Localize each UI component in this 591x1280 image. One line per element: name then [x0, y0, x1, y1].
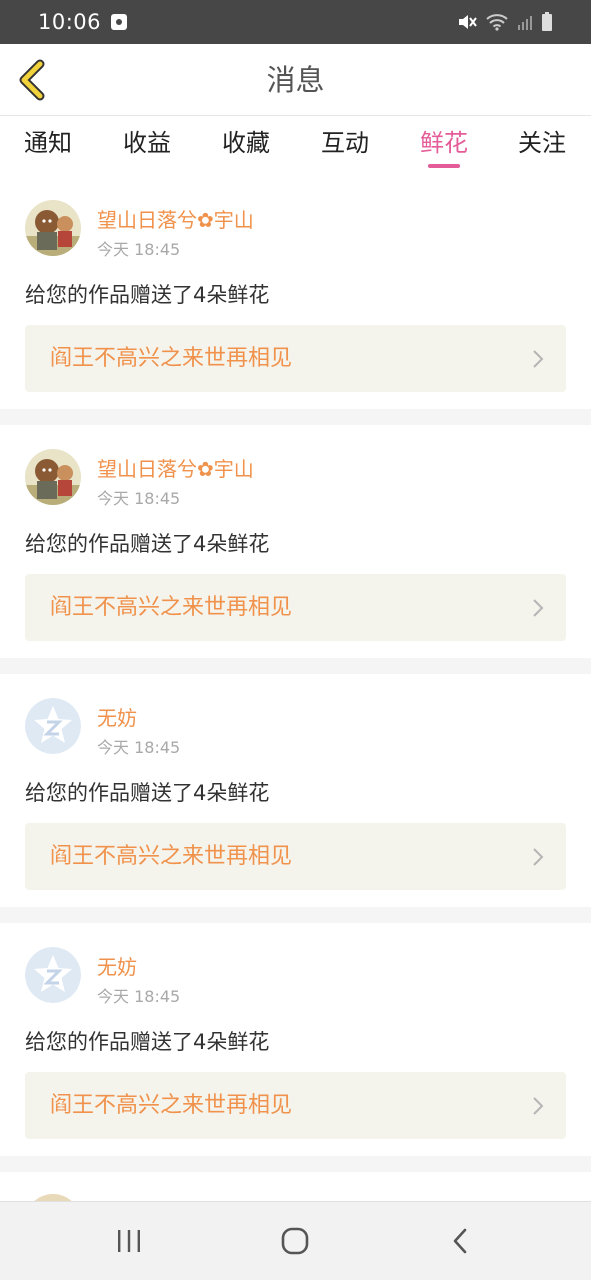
avatar[interactable]	[25, 449, 81, 505]
list-item: 无妨 今天 18:45 给您的作品赠送了4朵鲜花 阎王不高兴之来世再相见	[0, 674, 591, 907]
work-title: 阎王不高兴之来世再相见	[50, 595, 293, 620]
tab-interactions[interactable]: 互动	[305, 117, 385, 175]
message-text: 给您的作品赠送了4朵鲜花	[25, 283, 270, 307]
message-text: 给您的作品赠送了4朵鲜花	[25, 1030, 270, 1054]
tab-notifications[interactable]: 通知	[8, 117, 88, 175]
work-title: 阎王不高兴之来世再相见	[50, 1093, 293, 1118]
tab-favorites[interactable]: 收藏	[206, 117, 286, 175]
signal-icon	[518, 16, 532, 30]
timestamp: 今天 18:45	[97, 738, 181, 757]
avatar[interactable]	[25, 698, 81, 754]
chevron-right-icon	[533, 1097, 544, 1115]
chevron-right-icon	[533, 599, 544, 617]
message-text: 给您的作品赠送了4朵鲜花	[25, 532, 270, 556]
list-item: 望山日落兮✿宇山 今天 18:45 给您的作品赠送了4朵鲜花 阎王不高兴之来世再…	[0, 425, 591, 658]
username[interactable]: 望山日落兮✿宇山	[97, 204, 254, 233]
avatar[interactable]	[25, 947, 81, 1003]
timestamp: 今天 18:45	[97, 240, 181, 259]
back-nav-icon[interactable]	[446, 1226, 476, 1256]
status-icons	[457, 12, 553, 32]
status-time: 10:06	[38, 10, 102, 34]
username[interactable]: 望山日落兮✿宇山	[97, 453, 254, 482]
work-link[interactable]: 阎王不高兴之来世再相见	[25, 574, 566, 641]
timestamp: 今天 18:45	[97, 987, 181, 1006]
divider	[0, 1156, 591, 1172]
work-link[interactable]: 阎王不高兴之来世再相见	[25, 823, 566, 890]
divider	[0, 409, 591, 425]
home-icon[interactable]	[280, 1226, 310, 1256]
avatar[interactable]	[25, 200, 81, 256]
work-title: 阎王不高兴之来世再相见	[50, 844, 293, 869]
wifi-icon	[486, 14, 508, 31]
chevron-right-icon	[533, 350, 544, 368]
tab-follows[interactable]: 关注	[502, 117, 582, 175]
recents-icon[interactable]	[114, 1226, 144, 1256]
username[interactable]: 无妨	[97, 702, 137, 731]
chevron-right-icon	[533, 848, 544, 866]
work-link[interactable]: 阎王不高兴之来世再相见	[25, 1072, 566, 1139]
battery-icon	[542, 12, 552, 31]
divider	[0, 658, 591, 674]
message-list: 望山日落兮✿宇山 今天 18:45 给您的作品赠送了4朵鲜花 阎王不高兴之来世再…	[0, 176, 591, 1172]
message-text: 给您的作品赠送了4朵鲜花	[25, 781, 270, 805]
timestamp: 今天 18:45	[97, 489, 181, 508]
active-tab-indicator	[428, 164, 460, 168]
header: 消息	[0, 44, 591, 116]
gallery-icon	[111, 14, 128, 30]
username[interactable]: 无妨	[97, 951, 137, 980]
tab-earnings[interactable]: 收益	[107, 117, 187, 175]
divider	[0, 907, 591, 923]
status-bar: 10:06	[0, 0, 591, 44]
list-item: 无妨 今天 18:45 给您的作品赠送了4朵鲜花 阎王不高兴之来世再相见	[0, 923, 591, 1156]
list-item: 望山日落兮✿宇山 今天 18:45 给您的作品赠送了4朵鲜花 阎王不高兴之来世再…	[0, 176, 591, 409]
system-nav-bar	[0, 1201, 591, 1280]
tab-bar: 通知 收益 收藏 互动 鲜花 关注	[0, 117, 591, 175]
page-title: 消息	[266, 63, 325, 97]
work-title: 阎王不高兴之来世再相见	[50, 346, 293, 371]
mute-icon	[459, 15, 477, 29]
work-link[interactable]: 阎王不高兴之来世再相见	[25, 325, 566, 392]
